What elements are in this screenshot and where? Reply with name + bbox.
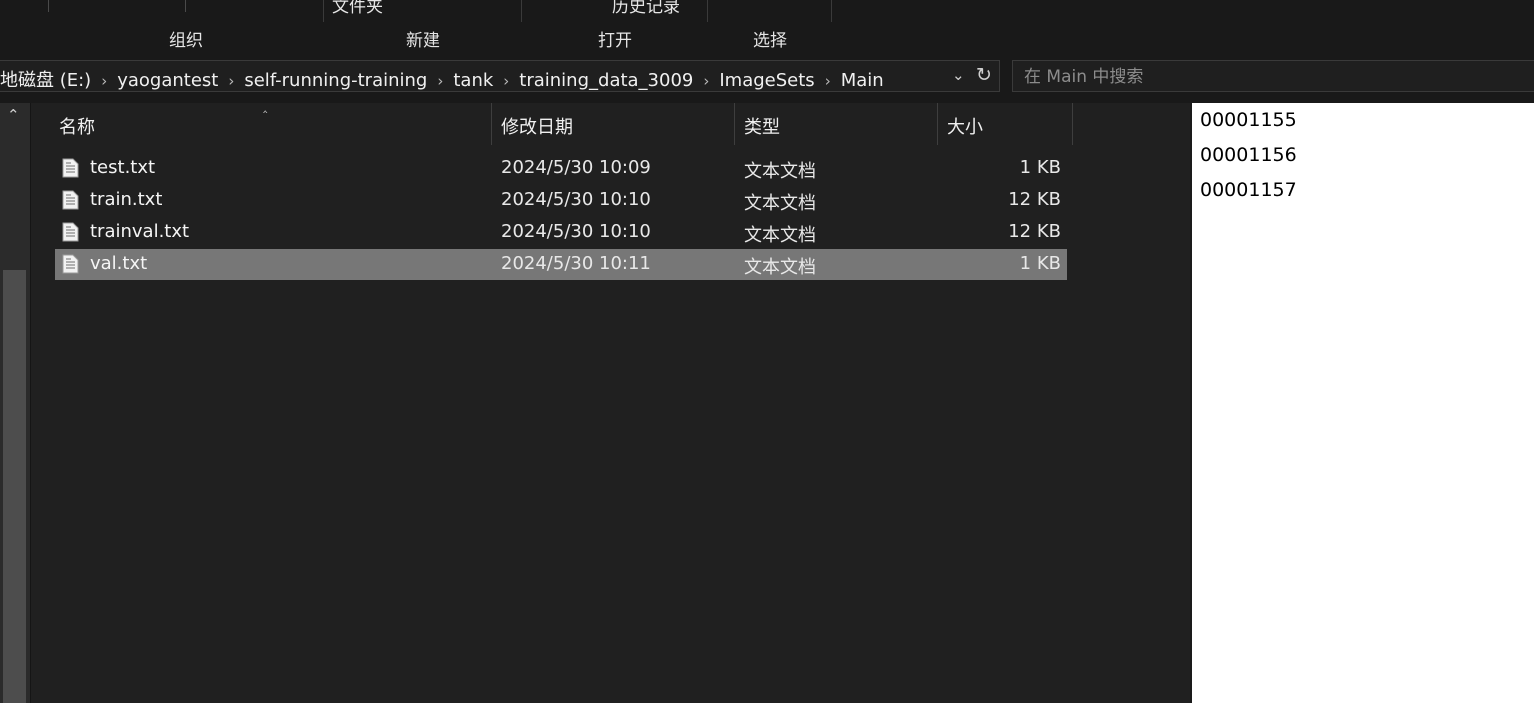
preview-line: 00001155	[1200, 109, 1297, 131]
file-type: 文本文档	[744, 225, 816, 246]
navigation-pane-scrollbar[interactable]: ⌃	[0, 103, 31, 703]
column-divider[interactable]	[937, 103, 938, 145]
scrollbar-thumb[interactable]	[3, 270, 26, 703]
ribbon-group-new: 文件夹 新建	[324, 0, 522, 52]
ribbon-group-organize: 组织	[48, 0, 324, 52]
chevron-right-icon[interactable]: ›	[493, 72, 519, 90]
column-header-size[interactable]: 大小	[947, 113, 983, 139]
search-box[interactable]	[1012, 60, 1534, 92]
preview-pane[interactable]: 00001155 00001156 00001157	[1190, 103, 1534, 703]
new-folder-button-label[interactable]: 文件夹	[332, 0, 383, 17]
file-type: 文本文档	[744, 161, 816, 182]
ribbon-group-label: 新建	[406, 31, 440, 51]
file-name: test.txt	[90, 157, 156, 178]
text-file-icon	[62, 254, 79, 274]
breadcrumb-item[interactable]: yaogantest	[117, 70, 218, 91]
file-name: train.txt	[90, 189, 163, 210]
chevron-right-icon[interactable]: ›	[815, 72, 841, 90]
file-list: ‸ 名称 修改日期 类型 大小 test.txt 2024/5/30 10:09…	[31, 99, 1190, 703]
ribbon-group-open: 历史记录 打开	[522, 0, 708, 52]
ribbon-group-label: 选择	[753, 31, 787, 51]
column-headers: ‸ 名称 修改日期 类型 大小	[31, 99, 1190, 145]
column-divider[interactable]	[734, 103, 735, 145]
file-row[interactable]: trainval.txt 2024/5/30 10:10 文本文档 12 KB	[55, 217, 1067, 248]
chevron-up-icon[interactable]: ⌃	[7, 106, 20, 124]
chevron-right-icon[interactable]: ›	[693, 72, 719, 90]
file-name: val.txt	[90, 253, 148, 274]
preview-line: 00001156	[1200, 144, 1297, 166]
ribbon-group-select: 选择	[708, 0, 832, 52]
breadcrumb-item[interactable]: tank	[453, 70, 493, 91]
text-file-icon	[62, 190, 79, 210]
file-date: 2024/5/30 10:09	[501, 157, 651, 178]
sort-ascending-icon: ‸	[263, 99, 268, 114]
ribbon-separator	[831, 0, 832, 22]
file-type: 文本文档	[744, 193, 816, 214]
chevron-right-icon[interactable]: ›	[218, 72, 244, 90]
file-date: 2024/5/30 10:10	[501, 189, 651, 210]
history-button[interactable]: 历史记录	[598, 0, 680, 17]
ribbon: 组织 文件夹 新建 历史记录 打开 选择	[0, 0, 1534, 52]
preview-line: 00001157	[1200, 179, 1297, 201]
breadcrumb-item[interactable]: training_data_3009	[519, 70, 693, 91]
file-size: 12 KB	[1008, 221, 1061, 242]
breadcrumb[interactable]: 地磁盘 (E:) › yaogantest › self-running-trainin…	[0, 60, 1000, 92]
file-row[interactable]: test.txt 2024/5/30 10:09 文本文档 1 KB	[55, 153, 1067, 184]
ribbon-group-label: 打开	[598, 31, 632, 51]
breadcrumb-item[interactable]: ImageSets	[719, 70, 814, 91]
column-header-type[interactable]: 类型	[744, 113, 780, 139]
file-size: 1 KB	[1019, 157, 1061, 178]
file-type: 文本文档	[744, 257, 816, 278]
file-date: 2024/5/30 10:10	[501, 221, 651, 242]
file-row-selected[interactable]: val.txt 2024/5/30 10:11 文本文档 1 KB	[55, 249, 1067, 280]
column-divider[interactable]	[491, 103, 492, 145]
file-row[interactable]: train.txt 2024/5/30 10:10 文本文档 12 KB	[55, 185, 1067, 216]
refresh-icon[interactable]: ↻	[976, 64, 992, 86]
file-size: 1 KB	[1019, 253, 1061, 274]
breadcrumb-item[interactable]: 地磁盘 (E:)	[0, 66, 91, 92]
file-size: 12 KB	[1008, 189, 1061, 210]
chevron-right-icon[interactable]: ›	[427, 72, 453, 90]
text-file-icon	[62, 222, 79, 242]
file-name: trainval.txt	[90, 221, 190, 242]
text-file-icon	[62, 158, 79, 178]
column-header-date[interactable]: 修改日期	[501, 113, 573, 139]
ribbon-group-label: 组织	[169, 31, 203, 51]
chevron-down-icon[interactable]: ⌄	[952, 66, 965, 84]
history-button-label: 历史记录	[612, 0, 680, 17]
search-input[interactable]	[1022, 65, 1506, 89]
address-bar-area: 地磁盘 (E:) › yaogantest › self-running-trainin…	[0, 54, 1534, 100]
breadcrumb-item[interactable]: self-running-training	[244, 70, 427, 91]
file-date: 2024/5/30 10:11	[501, 253, 651, 274]
breadcrumb-item[interactable]: Main	[841, 70, 884, 91]
column-divider[interactable]	[1072, 103, 1073, 145]
chevron-right-icon[interactable]: ›	[91, 72, 117, 90]
column-header-name[interactable]: 名称	[59, 113, 95, 139]
